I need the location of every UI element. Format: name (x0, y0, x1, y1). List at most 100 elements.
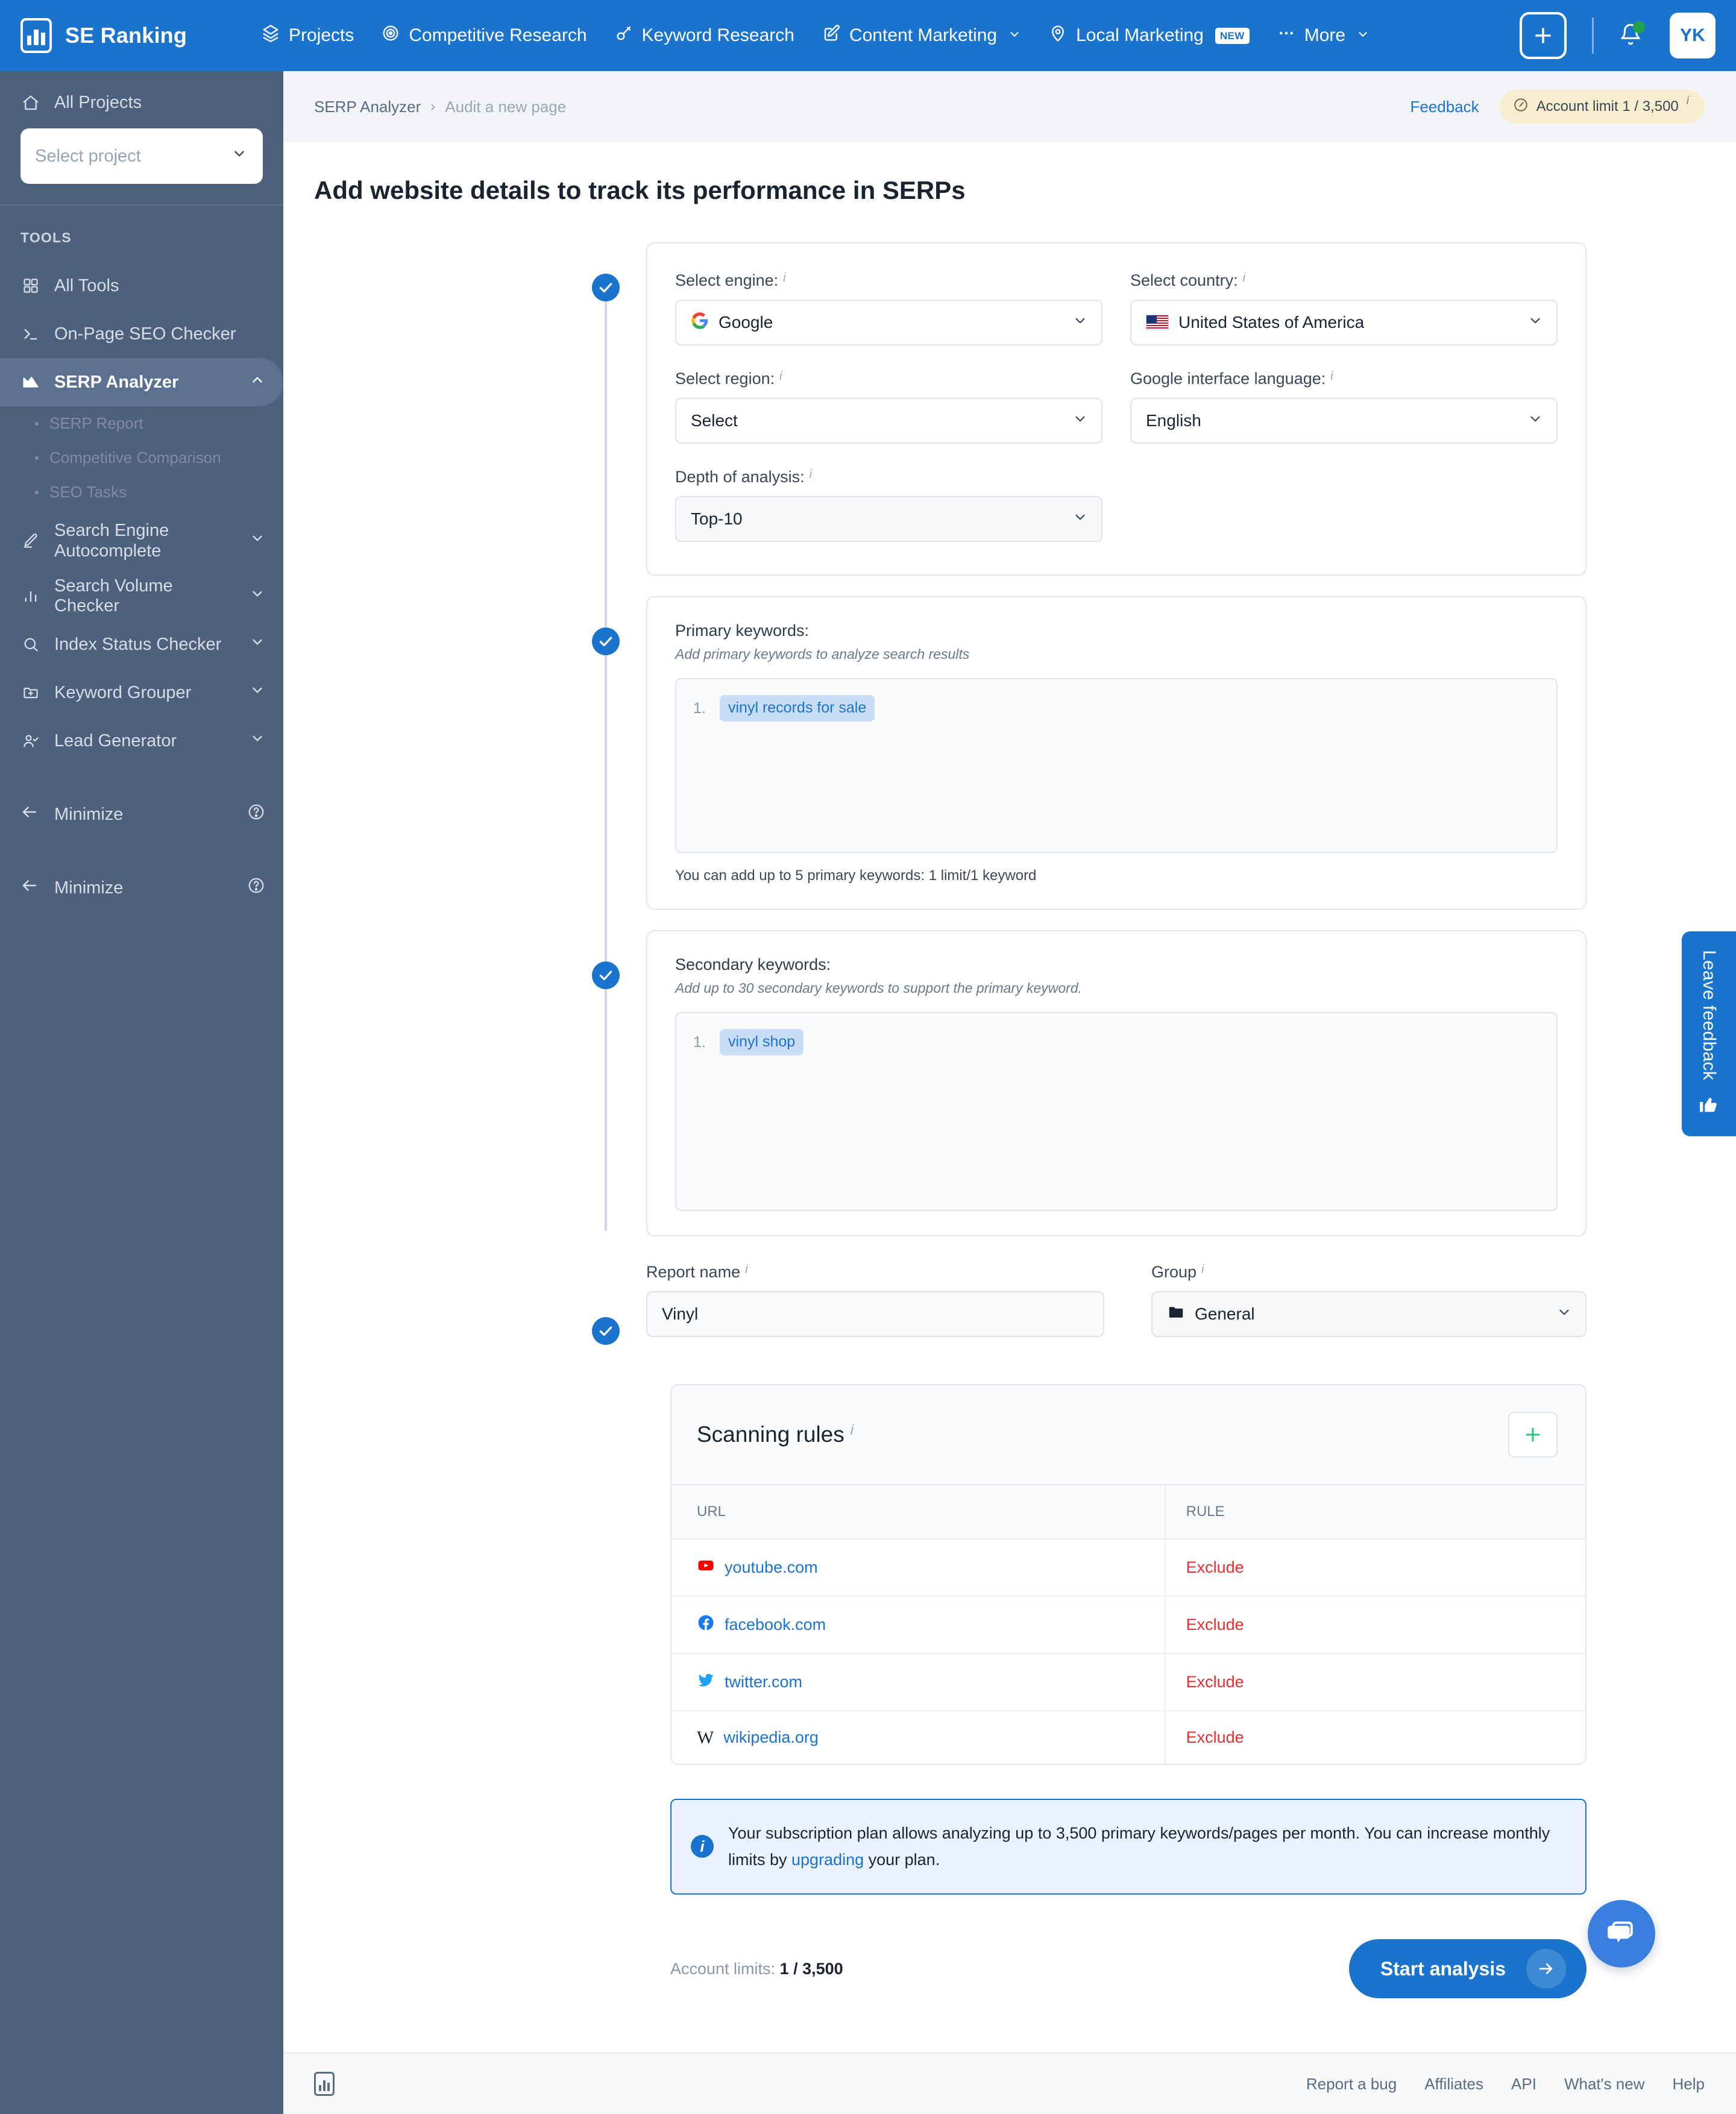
scanning-rules-title: Scanning rules i (697, 1422, 854, 1447)
chevron-down-icon (250, 634, 265, 655)
language-select[interactable]: English (1130, 398, 1558, 444)
chevron-up-icon (250, 372, 265, 392)
footer-link-affiliates[interactable]: Affiliates (1424, 2075, 1483, 2094)
keyword-row: 1. vinyl shop (693, 1029, 1539, 1055)
info-icon[interactable]: i (745, 1263, 747, 1277)
primary-keywords-card: Primary keywords: Add primary keywords t… (646, 596, 1587, 910)
sidebar-subitem-seo-tasks[interactable]: SEO Tasks (0, 475, 283, 509)
footer-link-api[interactable]: API (1511, 2075, 1536, 2094)
sidebar-item-lead-generator[interactable]: Lead Generator (0, 717, 283, 765)
top-navigation-bar: SE Ranking Projects Competitive Research… (0, 0, 1736, 71)
sidebar-label: Minimize (54, 878, 124, 898)
notifications-button[interactable] (1619, 20, 1645, 49)
sidebar-item-serp-analyzer[interactable]: SERP Analyzer (0, 358, 283, 406)
footer-link-whats-new[interactable]: What's new (1564, 2075, 1645, 2094)
chevron-down-icon (250, 731, 265, 751)
sidebar-item-all-tools[interactable]: All Tools (0, 262, 283, 310)
nav-item-more[interactable]: More (1277, 24, 1370, 47)
info-icon[interactable]: i (1687, 95, 1689, 108)
info-icon[interactable]: i (1330, 370, 1333, 383)
sidebar-label: All Tools (54, 275, 119, 295)
keyword-chip[interactable]: vinyl records for sale (720, 695, 875, 722)
country-select[interactable]: United States of America (1130, 300, 1558, 345)
secondary-keywords-input[interactable]: 1. vinyl shop (675, 1012, 1558, 1211)
sidebar-subitem-serp-report[interactable]: SERP Report (0, 406, 283, 441)
upgrade-link[interactable]: upgrading (791, 1851, 864, 1869)
avatar[interactable]: YK (1670, 13, 1716, 58)
step-secondary-keywords: Secondary keywords: Add up to 30 seconda… (283, 930, 1736, 1236)
help-circle-icon[interactable] (247, 876, 265, 899)
region-select[interactable]: Select (675, 398, 1102, 444)
start-analysis-button[interactable]: Start analysis (1348, 1939, 1587, 1999)
report-name-input[interactable]: Vinyl (646, 1291, 1104, 1337)
feedback-link[interactable]: Feedback (1410, 98, 1479, 116)
field-select-engine: Select engine: i Google (675, 271, 1102, 345)
project-select[interactable]: Select project (20, 128, 263, 184)
rule-url-link[interactable]: twitter.com (725, 1673, 802, 1691)
account-limit-text: Account limit 1 / 3,500 (1536, 98, 1679, 115)
account-limits-label: Account limits: (670, 1959, 776, 1978)
nav-item-content-marketing[interactable]: Content Marketing (822, 24, 1021, 47)
sidebar-item-search-volume-checker[interactable]: Search Volume Checker (0, 572, 283, 620)
label-text: Depth of analysis: (675, 468, 805, 486)
info-icon[interactable]: i (1243, 271, 1245, 285)
nav-label: Local Marketing (1076, 25, 1204, 45)
keyword-chip[interactable]: vinyl shop (720, 1029, 804, 1055)
info-icon[interactable]: i (1201, 1263, 1204, 1277)
column-header-rule: RULE (1164, 1484, 1585, 1540)
sidebar-item-index-status-checker[interactable]: Index Status Checker (0, 620, 283, 668)
table-row: youtube.com Exclude (671, 1539, 1585, 1597)
account-limit-pill[interactable]: Account limit 1 / 3,500 i (1499, 90, 1705, 124)
sidebar-minimize-1[interactable]: Minimize (0, 790, 283, 838)
engine-select[interactable]: Google (675, 300, 1102, 345)
bars-icon (20, 588, 41, 605)
sidebar-subitem-competitive-comparison[interactable]: Competitive Comparison (0, 441, 283, 475)
chat-button[interactable] (1588, 1900, 1655, 1968)
nav-item-projects[interactable]: Projects (262, 24, 354, 47)
add-rule-button[interactable] (1508, 1412, 1558, 1458)
sidebar-item-search-engine-autocomplete[interactable]: Search Engine Autocomplete (0, 509, 283, 572)
footer-link-help[interactable]: Help (1673, 2075, 1705, 2094)
field-interface-language: Google interface language: i English (1130, 370, 1558, 444)
footer: Report a bug Affiliates API What's new H… (283, 2053, 1736, 2114)
sidebar-label: Lead Generator (54, 731, 177, 750)
sidebar-item-keyword-grouper[interactable]: Keyword Grouper (0, 668, 283, 717)
info-icon[interactable]: i (779, 370, 782, 383)
new-badge: NEW (1215, 27, 1250, 44)
nav-item-keyword-research[interactable]: Keyword Research (615, 24, 794, 47)
sidebar-item-on-page-seo-checker[interactable]: On-Page SEO Checker (0, 310, 283, 358)
se-ranking-logo-icon (20, 18, 52, 53)
field-label: Depth of analysis: i (675, 468, 1102, 486)
sidebar-item-all-projects[interactable]: All Projects (20, 93, 263, 113)
nav-item-local-marketing[interactable]: Local Marketing NEW (1049, 24, 1250, 47)
rule-url-link[interactable]: wikipedia.org (723, 1728, 819, 1747)
serp-icon (20, 373, 41, 391)
rule-url-link[interactable]: facebook.com (725, 1615, 826, 1634)
info-icon[interactable]: i (783, 271, 785, 285)
rule-url-link[interactable]: youtube.com (725, 1558, 818, 1577)
sidebar-sublabel: SEO Tasks (49, 483, 127, 501)
help-circle-icon[interactable] (247, 803, 265, 826)
step-check-icon (592, 961, 620, 989)
brand[interactable]: SE Ranking (20, 18, 262, 53)
map-pin-icon (1049, 24, 1067, 47)
info-circle-icon: i (691, 1835, 714, 1858)
primary-keywords-input[interactable]: 1. vinyl records for sale (675, 678, 1558, 853)
twitter-icon (697, 1671, 715, 1693)
group-select[interactable]: General (1151, 1291, 1587, 1337)
subscription-notice: i Your subscription plan allows analyzin… (670, 1799, 1587, 1895)
footer-link-report-a-bug[interactable]: Report a bug (1306, 2075, 1397, 2094)
depth-select[interactable]: Top-10 (675, 496, 1102, 542)
table-row: W wikipedia.org Exclude (671, 1711, 1585, 1764)
leave-feedback-tab[interactable]: Leave feedback (1682, 931, 1736, 1136)
info-icon[interactable]: i (851, 1422, 854, 1439)
add-new-button[interactable] (1520, 12, 1567, 59)
sidebar-minimize-2[interactable]: Minimize (0, 864, 283, 912)
nav-item-competitive-research[interactable]: Competitive Research (382, 24, 587, 47)
info-icon[interactable]: i (810, 468, 812, 482)
nav-right-controls: YK (1520, 12, 1736, 59)
notice-text-after: your plan. (864, 1850, 940, 1869)
nav-label: More (1304, 25, 1346, 45)
breadcrumb-parent[interactable]: SERP Analyzer (314, 98, 421, 116)
